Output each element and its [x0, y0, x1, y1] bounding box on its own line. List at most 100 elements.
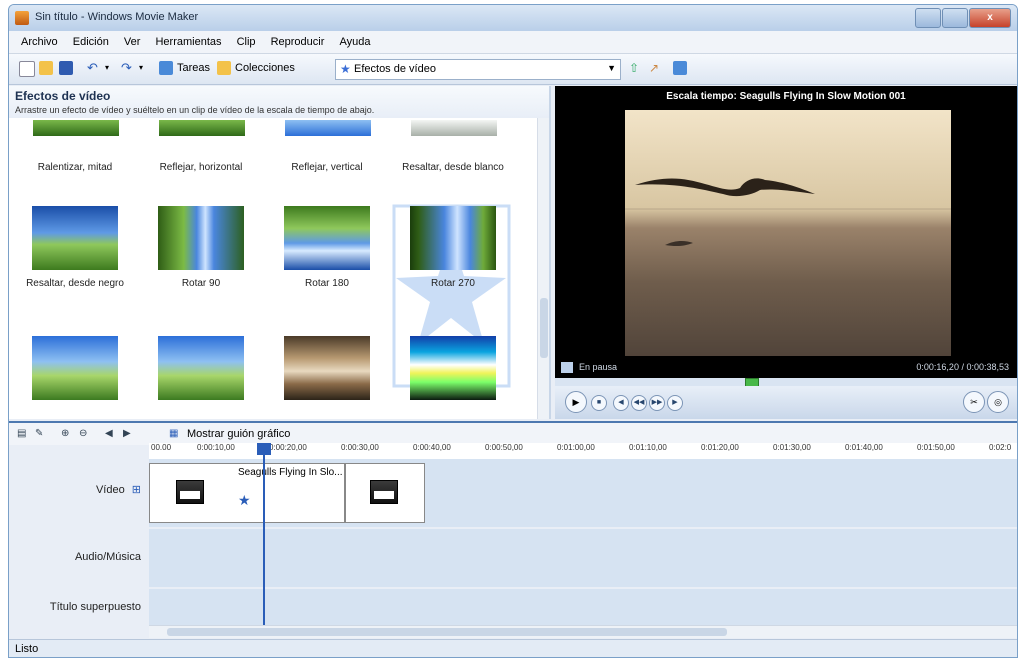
menu-clip[interactable]: Clip — [237, 31, 256, 53]
audio-track[interactable] — [149, 529, 1017, 587]
timeline-toolbar: ▤ ✎ ⊕ ⊖ ◀ ▶ ▦ Mostrar guión gráfico — [9, 421, 1017, 445]
up-level-icon[interactable]: ⇧ — [629, 61, 643, 75]
preview-title: Escala tiempo: Seagulls Flying In Slow M… — [555, 86, 1017, 108]
rewind-timeline-icon[interactable]: ◀ — [105, 428, 116, 439]
effect-thumbnail — [32, 206, 118, 270]
minimize-button[interactable] — [915, 8, 941, 28]
next-frame-icon[interactable]: ▶ — [667, 395, 683, 411]
timeline-options-icon[interactable]: ▤ — [17, 428, 28, 439]
effect-rotar-180[interactable]: Rotar 180 — [267, 206, 387, 289]
collections-button[interactable]: Colecciones — [235, 62, 295, 74]
play-icon[interactable]: ▶ — [565, 391, 587, 413]
clip-title: Seagulls Flying In Slo... — [238, 467, 343, 478]
effect-thumbnail-partial[interactable] — [159, 120, 245, 136]
zoom-out-icon[interactable]: ⊖ — [79, 428, 90, 439]
effect-thumbnail — [32, 336, 118, 400]
time-ruler[interactable]: 00.00 0:00:10,00 0:00:20,00 0:00:30,00 0… — [149, 443, 1017, 460]
tasks-button[interactable]: Tareas — [177, 62, 210, 74]
effect-item[interactable] — [393, 336, 513, 400]
scrollbar-thumb[interactable] — [167, 628, 727, 636]
video-clip[interactable]: Seagulls Flying In Slo... ★ — [149, 463, 345, 523]
ruler-tick: 0:01:50,00 — [917, 443, 955, 452]
ruler-tick: 0:00:30,00 — [341, 443, 379, 452]
show-storyboard-button[interactable]: Mostrar guión gráfico — [187, 428, 290, 440]
app-window: Sin título - Windows Movie Maker x Archi… — [8, 4, 1018, 658]
clapperboard-icon — [176, 480, 204, 504]
toolbar: ↶ ▾ ↷ ▾ Tareas Colecciones ★ Efectos de … — [9, 54, 1017, 85]
menu-ayuda[interactable]: Ayuda — [339, 31, 370, 53]
narrate-icon[interactable]: ✎ — [35, 428, 46, 439]
effect-reflejar-vertical[interactable]: Reflejar, vertical — [267, 154, 387, 173]
monitor-icon — [561, 362, 573, 373]
close-button[interactable]: x — [969, 8, 1011, 28]
timeline-tracks: Vídeo ⊞ Seagulls Flying In Slo... ★ Audi… — [9, 459, 1017, 625]
effect-thumbnail — [410, 206, 496, 270]
effect-thumbnail — [284, 206, 370, 270]
storyboard-icon[interactable]: ▦ — [169, 428, 180, 439]
expand-track-icon[interactable]: ⊞ — [132, 484, 141, 496]
effect-label: Reflejar, vertical — [291, 162, 363, 173]
effect-ralentizar-mitad[interactable]: Ralentizar, mitad — [15, 154, 135, 173]
effect-resaltar-desde-blanco[interactable]: Resaltar, desde blanco — [393, 154, 513, 173]
menu-herramientas[interactable]: Herramientas — [155, 31, 221, 53]
undo-icon[interactable]: ↶ — [87, 61, 101, 75]
view-options-icon[interactable] — [673, 61, 687, 75]
effect-item[interactable] — [267, 336, 387, 400]
status-bar: Listo — [9, 639, 1017, 657]
effect-thumbnail-partial[interactable] — [411, 120, 497, 136]
effect-rotar-270[interactable]: Rotar 270 — [393, 206, 513, 289]
menu-reproducir[interactable]: Reproducir — [271, 31, 325, 53]
effects-title: Efectos de vídeo — [15, 89, 111, 103]
new-project-icon[interactable] — [19, 61, 35, 77]
effects-combo[interactable]: ★ Efectos de vídeo ▼ — [335, 59, 621, 80]
zoom-in-icon[interactable]: ⊕ — [61, 428, 72, 439]
previous-frame-icon[interactable]: ◀ — [613, 395, 629, 411]
scrollbar-thumb[interactable] — [540, 298, 548, 358]
collections-icon[interactable] — [217, 61, 231, 75]
effect-resaltar-desde-negro[interactable]: Resaltar, desde negro — [15, 206, 135, 289]
rewind-icon[interactable]: ◀◀ — [631, 395, 647, 411]
ruler-tick: 00.00 — [151, 443, 172, 452]
effect-thumbnail — [410, 336, 496, 400]
new-folder-icon[interactable]: ↗ — [649, 61, 663, 75]
redo-icon[interactable]: ↷ — [121, 61, 135, 75]
stop-icon[interactable]: ■ — [591, 395, 607, 411]
ruler-tick: 0:01:30,00 — [773, 443, 811, 452]
menu-ver[interactable]: Ver — [124, 31, 141, 53]
track-label-video: Vídeo ⊞ — [9, 483, 141, 496]
ruler-tick: 0:01:40,00 — [845, 443, 883, 452]
title-overlay-track[interactable] — [149, 589, 1017, 625]
timeline-scrollbar[interactable] — [149, 625, 1017, 638]
play-timeline-icon[interactable]: ▶ — [123, 428, 134, 439]
effect-reflejar-horizontal[interactable]: Reflejar, horizontal — [141, 154, 261, 173]
playhead[interactable] — [263, 443, 265, 625]
effects-subtitle: Arrastre un efecto de vídeo y suéltelo e… — [15, 105, 375, 115]
preview-status-bar: En pausa 0:00:16,20 / 0:00:38,53 — [555, 358, 1017, 378]
effect-label: Rotar 180 — [305, 278, 349, 289]
split-clip-icon[interactable]: ✂ — [963, 391, 985, 413]
seagull-image — [625, 178, 951, 247]
fast-forward-icon[interactable]: ▶▶ — [649, 395, 665, 411]
effect-rotar-90[interactable]: Rotar 90 — [141, 206, 261, 289]
tasks-icon[interactable] — [159, 61, 173, 75]
ruler-tick: 0:01:20,00 — [701, 443, 739, 452]
snapshot-icon[interactable]: ◎ — [987, 391, 1009, 413]
ruler-tick: 0:00:20,00 — [269, 443, 307, 452]
effect-item[interactable] — [15, 336, 135, 400]
redo-dropdown-icon[interactable]: ▾ — [139, 61, 153, 75]
video-clip[interactable] — [345, 463, 425, 523]
menu-archivo[interactable]: Archivo — [21, 31, 58, 53]
seek-bar[interactable] — [555, 378, 1017, 387]
menu-edicion[interactable]: Edición — [73, 31, 109, 53]
effect-thumbnail-partial[interactable] — [285, 120, 371, 136]
undo-dropdown-icon[interactable]: ▾ — [105, 61, 119, 75]
open-project-icon[interactable] — [39, 61, 53, 75]
save-project-icon[interactable] — [59, 61, 73, 75]
ruler-tick: 0:00:40,00 — [413, 443, 451, 452]
effect-thumbnail-partial[interactable] — [33, 120, 119, 136]
effects-pane: Efectos de vídeo Arrastre un efecto de v… — [9, 86, 551, 419]
effect-item[interactable] — [141, 336, 261, 400]
video-track[interactable]: Seagulls Flying In Slo... ★ — [149, 459, 1017, 527]
effects-scrollbar[interactable] — [537, 118, 549, 419]
maximize-button[interactable] — [942, 8, 968, 28]
